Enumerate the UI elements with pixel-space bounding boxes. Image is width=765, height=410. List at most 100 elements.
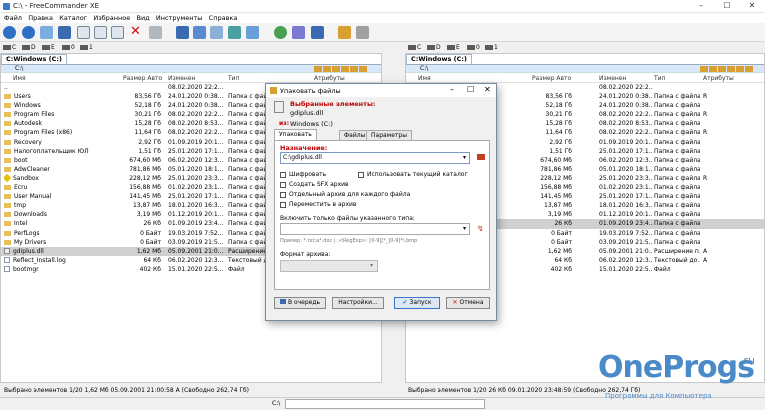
file-size: 1,51 Гб — [138, 147, 161, 155]
sfx-archive-checkbox[interactable]: Создать SFX архив — [280, 181, 349, 188]
details-view-icon[interactable] — [193, 26, 206, 39]
drive-d[interactable]: D — [427, 43, 441, 52]
left-status: Выбрано элементов 1/20 1,62 Мб 05.09.200… — [4, 387, 250, 394]
left-pane-tab[interactable]: C:Windows (C:) — [1, 54, 67, 64]
file-date: 25.01.2020 17:1... — [168, 193, 224, 201]
file-type: Папка с файлами — [654, 147, 700, 155]
new-file-icon[interactable] — [111, 26, 124, 39]
path-toolbar-icons[interactable] — [699, 66, 753, 73]
copy-icon[interactable] — [77, 26, 90, 39]
right-column-header: Имя Размер Авто Изменен Тип Атрибуты — [406, 74, 764, 83]
encrypt-checkbox[interactable]: Шифровать — [280, 171, 326, 178]
drive-e[interactable]: E — [447, 43, 460, 52]
forward-icon[interactable] — [22, 26, 35, 39]
right-path-bar[interactable]: C:\ — [406, 64, 764, 73]
folder-icon — [4, 230, 11, 236]
minimize-button[interactable]: – — [688, 0, 714, 13]
list-view-icon[interactable] — [176, 26, 189, 39]
search-icon[interactable] — [338, 26, 351, 39]
file-date: 01.09.2019 23:4... — [168, 220, 224, 228]
path-toolbar-icons[interactable] — [313, 66, 367, 73]
filter-help-icon[interactable]: ↯ — [477, 224, 484, 233]
drive-e[interactable]: E — [42, 43, 55, 52]
cancel-button[interactable]: ✕ Отмена — [446, 297, 490, 309]
drive-0[interactable]: 0 — [62, 43, 75, 52]
archive-format-select[interactable] — [280, 260, 378, 272]
file-size: 141,45 Мб — [540, 193, 572, 201]
drive-1[interactable]: 1 — [485, 43, 498, 52]
file-size: 781,86 Мб — [129, 165, 161, 173]
settings-icon[interactable] — [356, 26, 369, 39]
right-pane-tab[interactable]: C:Windows (C:) — [406, 54, 472, 64]
split-vertical-icon[interactable] — [292, 26, 305, 39]
file-name-text: AdwCleaner — [14, 165, 50, 173]
move-icon[interactable] — [94, 26, 107, 39]
dialog-minimize-button[interactable]: – — [450, 85, 454, 94]
drive-d[interactable]: D — [22, 43, 36, 52]
file-name-text: boot — [14, 156, 28, 164]
close-button[interactable]: ✕ — [739, 0, 765, 13]
file-date: 06.02.2020 12:3... — [599, 156, 653, 164]
col-name[interactable]: Имя — [418, 74, 431, 83]
dialog-close-button[interactable]: ✕ — [484, 85, 491, 94]
format-dropdown-arrow[interactable]: ▾ — [370, 262, 373, 269]
app-icon — [3, 3, 10, 10]
col-size[interactable]: Размер Авто — [123, 74, 162, 83]
file-size: 141,45 Мб — [129, 193, 161, 201]
separate-archive-checkbox[interactable]: Отдельный архив для каждого файла — [280, 191, 410, 198]
col-name[interactable]: Имя — [13, 74, 26, 83]
col-attributes[interactable]: Атрибуты — [703, 74, 734, 83]
drive-c[interactable]: C — [3, 43, 16, 52]
col-size[interactable]: Размер Авто — [532, 74, 571, 83]
file-name: Program Files — [4, 110, 122, 119]
menu-tools[interactable]: Инструменты — [156, 13, 203, 23]
filter-dropdown-arrow[interactable]: ▾ — [463, 225, 466, 232]
file-type: Папка с файлами — [654, 129, 700, 137]
col-attributes[interactable]: Атрибуты — [314, 74, 345, 83]
split-horizontal-icon[interactable] — [311, 26, 324, 39]
col-type[interactable]: Тип — [228, 74, 240, 83]
up-icon[interactable] — [40, 26, 53, 39]
menu-help[interactable]: Справка — [209, 13, 238, 23]
delete-icon[interactable]: ✕ — [130, 25, 143, 39]
thumbnails-view-icon[interactable] — [210, 26, 223, 39]
col-modified[interactable]: Изменен — [599, 74, 626, 83]
file-size: 156,88 Мб — [540, 184, 572, 192]
back-icon[interactable] — [3, 26, 16, 39]
start-button[interactable]: ✔ Запуск — [394, 297, 440, 309]
file-name: Recovery — [4, 138, 122, 147]
destination-input[interactable]: C:\gdiplus.dll — [280, 152, 470, 164]
grid-view-icon[interactable] — [246, 26, 259, 39]
queue-button[interactable]: В очередь — [274, 297, 326, 309]
settings-button[interactable]: Настройки... — [332, 297, 384, 309]
drive-0[interactable]: 0 — [467, 43, 480, 52]
browse-folder-icon[interactable] — [477, 154, 485, 160]
file-name-text: Sandbox — [13, 174, 39, 182]
drive-c[interactable]: C — [408, 43, 421, 52]
menu-view[interactable]: Вид — [137, 13, 150, 23]
use-current-dir-checkbox[interactable]: Использовать текущий каталог — [358, 171, 468, 178]
left-path-bar[interactable]: C:\ — [1, 64, 381, 73]
col-modified[interactable]: Изменен — [168, 74, 195, 83]
panel-icon[interactable] — [58, 26, 71, 39]
move-to-archive-checkbox[interactable]: Переместить в архив — [280, 201, 356, 208]
file-name: Program Files (x86) — [4, 128, 122, 137]
filter-input[interactable] — [280, 223, 470, 235]
menu-folder[interactable]: Каталог — [59, 13, 87, 23]
menu-edit[interactable]: Правка — [28, 13, 53, 23]
maximize-button[interactable]: ☐ — [714, 0, 740, 13]
tab-parameters[interactable]: Параметры — [366, 130, 412, 140]
destination-dropdown-arrow[interactable]: ▾ — [463, 154, 466, 161]
pack-icon[interactable] — [149, 26, 162, 39]
col-type[interactable]: Тип — [654, 74, 666, 83]
left-drive-bar: C D E 0 1 — [0, 42, 382, 53]
drive-1[interactable]: 1 — [80, 43, 93, 52]
menu-file[interactable]: Файл — [4, 13, 22, 23]
command-line-input[interactable] — [285, 399, 485, 409]
tab-pack-files[interactable]: Упаковать файлы — [274, 129, 317, 147]
refresh-icon[interactable] — [274, 26, 287, 39]
columns-view-icon[interactable] — [228, 26, 241, 39]
menu-favorites[interactable]: Избранное — [93, 13, 130, 23]
dialog-maximize-button[interactable]: ☐ — [467, 85, 474, 94]
folder-icon — [4, 148, 11, 154]
